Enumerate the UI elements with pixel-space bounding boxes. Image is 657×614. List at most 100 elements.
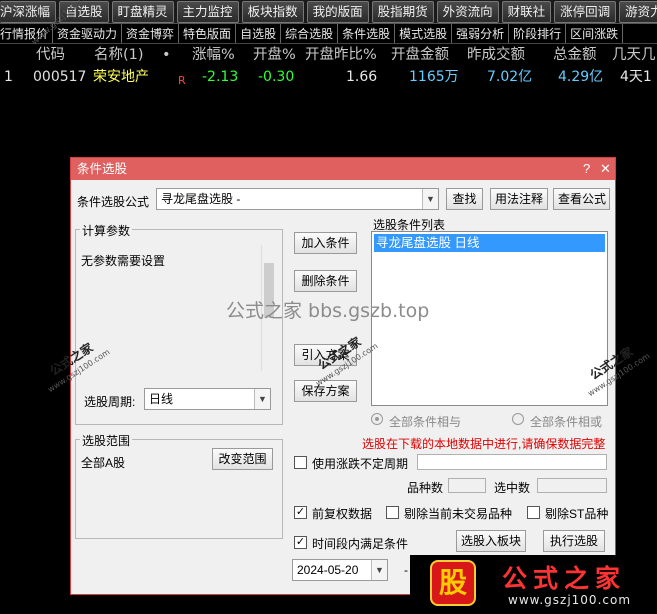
quote-table-header: 代码 名称(1) • 涨幅% 开盘% 开盘昨比% 开盘金额 昨成交额 总金额 几… xyxy=(0,45,657,65)
chevron-down-icon[interactable]: ▼ xyxy=(371,560,387,580)
range-group: 选股范围 全部A股 改变范围 xyxy=(75,432,283,539)
condition-list[interactable]: 寻龙尾盘选股 日线 xyxy=(371,231,608,406)
params-scrollbar[interactable] xyxy=(261,245,275,371)
formula-select[interactable]: 寻龙尾盘选股 - ▼ xyxy=(156,188,439,210)
chevron-down-icon[interactable]: ▼ xyxy=(254,389,270,409)
subtab-capital-drive[interactable]: 资金驱动力 xyxy=(53,24,123,43)
col-name[interactable]: 名称(1) xyxy=(94,45,144,65)
formula-value: 寻龙尾盘选股 - xyxy=(161,192,241,206)
execute-screen-button[interactable]: 执行选股 xyxy=(543,530,605,552)
brand-badge: 股 公式之家 www.gszj100.com xyxy=(410,555,657,614)
range-value: 全部A股 xyxy=(81,456,126,470)
tab-index-futures[interactable]: 股指期货 xyxy=(371,1,434,23)
tab-market-gainers[interactable]: 沪深涨幅 xyxy=(0,1,57,23)
subtab-combined-screen[interactable]: 综合选股 xyxy=(281,24,339,43)
import-plan-button[interactable]: 引入方案 xyxy=(294,344,357,366)
radio-all-and[interactable] xyxy=(371,413,383,425)
date-value: 2024-05-20 xyxy=(297,563,359,577)
exclude-untraded-label: 剔除当前未交易品种 xyxy=(404,507,513,521)
time-range-checkbox[interactable]: ✓ xyxy=(294,536,307,549)
add-condition-button[interactable]: 加入条件 xyxy=(294,232,357,254)
delete-condition-button[interactable]: 删除条件 xyxy=(294,270,357,292)
subtab-stage-ranking[interactable]: 阶段排行 xyxy=(509,24,567,43)
tab-my-layout[interactable]: 我的版面 xyxy=(306,1,369,23)
subtab-quotes[interactable]: 行情报价 xyxy=(0,24,54,43)
col-days[interactable]: 几天几 xyxy=(612,45,656,65)
params-text: 无参数需要设置 xyxy=(81,254,166,268)
stock-logo-icon: 股 xyxy=(430,560,476,606)
tab-cls-news[interactable]: 财联社 xyxy=(501,1,552,23)
radio-all-or[interactable] xyxy=(512,413,524,425)
time-range-label: 时间段内满足条件 xyxy=(312,537,409,551)
brand-text: 公式之家 xyxy=(502,564,627,593)
period-label: 选股周期: xyxy=(84,395,136,409)
col-code[interactable]: 代码 xyxy=(36,45,65,65)
dialog-title[interactable]: 条件选股 xyxy=(71,158,615,180)
col-flag[interactable]: • xyxy=(162,45,171,65)
forward-adjust-label: 前复权数据 xyxy=(312,507,373,521)
limit-period-field[interactable] xyxy=(417,454,607,470)
radio-all-and-label: 全部条件相与 xyxy=(389,415,462,429)
tab-foreign-flow[interactable]: 外资流向 xyxy=(436,1,499,23)
usage-notes-button[interactable]: 用法注释 xyxy=(490,188,548,210)
col-open-pct[interactable]: 开盘% xyxy=(253,45,296,65)
row-total-amount: 4.29亿 xyxy=(558,69,604,85)
exclude-untraded-checkbox[interactable] xyxy=(386,506,399,519)
condition-screen-dialog: 条件选股 ? ✕ 条件选股公式 寻龙尾盘选股 - ▼ 查找 用法注释 查看公式 … xyxy=(70,157,616,595)
financing-flag: R xyxy=(178,74,186,87)
scroll-thumb[interactable] xyxy=(264,263,274,318)
period-select[interactable]: 日线 ▼ xyxy=(144,388,271,410)
select-to-block-button[interactable]: 选股入板块 xyxy=(456,530,526,552)
tab-main-force[interactable]: 主力监控 xyxy=(176,1,239,23)
formula-label: 条件选股公式 xyxy=(77,195,150,209)
save-plan-button[interactable]: 保存方案 xyxy=(294,380,357,402)
subtab-feature-layout[interactable]: 特色版面 xyxy=(179,24,237,43)
row-open-ratio: 1.66 xyxy=(346,69,378,85)
use-limit-period-label: 使用涨跌不定周期 xyxy=(312,457,409,471)
subtab-condition-screen[interactable]: 条件选股 xyxy=(338,24,396,43)
help-icon[interactable]: ? xyxy=(583,158,590,180)
forward-adjust-checkbox[interactable]: ✓ xyxy=(294,506,307,519)
view-formula-button[interactable]: 查看公式 xyxy=(553,188,610,210)
radio-all-or-label: 全部条件相或 xyxy=(530,415,603,429)
col-change-pct[interactable]: 涨幅% xyxy=(192,45,235,65)
close-icon[interactable]: ✕ xyxy=(600,158,611,180)
tab-monitor-wizard[interactable]: 盯盘精灵 xyxy=(111,1,174,23)
date-picker[interactable]: 2024-05-20 ▼ xyxy=(292,559,388,581)
local-data-warning: 选股在下载的本地数据中进行,请确保数据完整 xyxy=(362,437,606,451)
row-prev-volume: 7.02亿 xyxy=(487,69,533,85)
range-title: 选股范围 xyxy=(80,432,133,449)
change-range-button[interactable]: 改变范围 xyxy=(212,448,273,470)
selected-count-label: 选中数 xyxy=(494,481,531,495)
col-open-amount[interactable]: 开盘金额 xyxy=(391,45,449,65)
col-total-amount[interactable]: 总金额 xyxy=(553,45,597,65)
params-group: 计算参数 无参数需要设置 选股周期: 日线 ▼ xyxy=(75,222,283,425)
tab-limit-pullback[interactable]: 涨停回调 xyxy=(554,1,617,23)
variety-count-field xyxy=(448,478,486,493)
tab-sector-index[interactable]: 板块指数 xyxy=(241,1,304,23)
row-index: 1 xyxy=(4,69,13,85)
col-open-ratio[interactable]: 开盘昨比% xyxy=(305,45,377,65)
find-button[interactable]: 查找 xyxy=(446,188,483,210)
tab-hot-money[interactable]: 游资力 xyxy=(619,1,657,23)
use-limit-period-checkbox[interactable] xyxy=(294,456,307,469)
row-open-amount: 1165万 xyxy=(409,69,459,85)
subtab-watchlist[interactable]: 自选股 xyxy=(236,24,282,43)
row-days: 4天1 xyxy=(620,69,652,85)
brand-url: www.gszj100.com xyxy=(508,593,632,607)
exclude-st-checkbox[interactable] xyxy=(527,506,540,519)
subtab-strength-analysis[interactable]: 强弱分析 xyxy=(452,24,510,43)
col-prev-volume[interactable]: 昨成交额 xyxy=(467,45,525,65)
subtab-pattern-screen[interactable]: 模式选股 xyxy=(395,24,453,43)
tab-watchlist[interactable]: 自选股 xyxy=(59,1,109,23)
list-item[interactable]: 寻龙尾盘选股 日线 xyxy=(374,234,605,252)
chevron-down-icon[interactable]: ▼ xyxy=(422,189,438,209)
subtab-range-change[interactable]: 区间涨跌 xyxy=(566,24,624,43)
date-separator: - xyxy=(404,563,408,577)
row-code: 000517 xyxy=(33,69,87,85)
row-open-pct: -0.30 xyxy=(258,69,295,85)
table-row[interactable]: 1 000517 荣安地产 R -2.13 -0.30 1.66 1165万 7… xyxy=(0,67,657,87)
subtab-capital-game[interactable]: 资金博弈 xyxy=(122,24,180,43)
top-tab-bar: 沪深涨幅 自选股 盯盘精灵 主力监控 板块指数 我的版面 股指期货 外资流向 财… xyxy=(0,0,657,24)
row-change-pct: -2.13 xyxy=(202,69,239,85)
